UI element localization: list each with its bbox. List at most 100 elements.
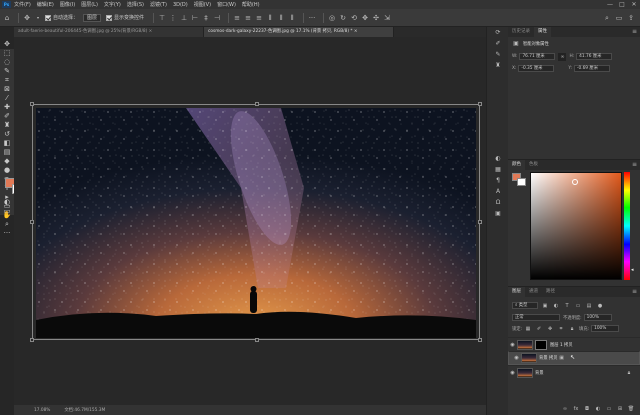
panel-menu-icon[interactable]: ≡ xyxy=(632,161,637,168)
menu-view[interactable]: 视图(V) xyxy=(194,1,211,8)
lasso-tool-icon[interactable]: ◌ xyxy=(0,58,14,67)
align-hcenter-icon[interactable]: ‡ xyxy=(202,14,210,22)
3d-scale-icon[interactable]: ⇲ xyxy=(383,14,391,22)
tab-layers[interactable]: 图层 xyxy=(508,287,525,297)
menu-file[interactable]: 文件(F) xyxy=(14,1,31,8)
tab-channels[interactable]: 通道 xyxy=(525,287,542,297)
opacity-field[interactable]: 100% xyxy=(583,314,612,321)
tab-paths[interactable]: 路径 xyxy=(542,287,559,297)
maximize-button[interactable]: □ xyxy=(616,0,628,9)
saturation-brightness-field[interactable] xyxy=(530,172,622,280)
brush-tool-icon[interactable]: ✐ xyxy=(0,112,14,121)
layer-row[interactable]: ◉ 图层 1 拷贝 xyxy=(508,337,640,351)
tab-adult-faerie[interactable]: adult-faerie-beautiful-206445-色调图.jpg @ … xyxy=(14,27,204,37)
panel-menu-icon[interactable]: ≡ xyxy=(632,288,637,295)
more-options-icon[interactable]: ··· xyxy=(308,14,316,22)
character-icon[interactable]: A xyxy=(487,186,509,197)
transform-handle-left[interactable] xyxy=(30,220,34,224)
quick-select-tool-icon[interactable]: ✎ xyxy=(0,67,14,76)
new-group-icon[interactable]: ▭ xyxy=(605,405,613,413)
workspace-icon[interactable]: ▭ xyxy=(615,14,623,22)
color-picker-cursor[interactable] xyxy=(572,179,578,185)
filter-type-icon[interactable]: T xyxy=(563,302,571,310)
layer-row[interactable]: ◉ 背景 拷贝 ▣ ↖ xyxy=(508,351,640,365)
history-icon[interactable]: ⟳ xyxy=(487,27,509,38)
transform-handle-right[interactable] xyxy=(478,220,482,224)
new-layer-icon[interactable]: ⊞ xyxy=(616,405,624,413)
marquee-tool-icon[interactable]: ⬚ xyxy=(0,49,14,58)
history-brush-icon[interactable]: ↺ xyxy=(0,130,14,139)
menu-help[interactable]: 帮助(H) xyxy=(242,1,260,8)
hue-slider-marker-icon[interactable]: ◂ xyxy=(631,267,634,273)
filter-shape-icon[interactable]: ▭ xyxy=(574,302,582,310)
tab-history[interactable]: 历史记录 xyxy=(508,27,534,37)
home-icon[interactable]: ⌂ xyxy=(3,14,11,22)
show-transform-option[interactable]: 显示变换控件 xyxy=(106,14,144,21)
eyedropper-tool-icon[interactable]: ⁄ xyxy=(0,94,14,103)
layer-filter-dropdown[interactable]: ⌕ 类型 xyxy=(512,302,538,309)
more-tools-icon[interactable]: ··· xyxy=(0,229,14,238)
menu-window[interactable]: 窗口(W) xyxy=(217,1,236,8)
chevron-down-icon[interactable]: ▾ xyxy=(34,14,42,22)
tab-swatches[interactable]: 色板 xyxy=(525,160,542,170)
transform-handle-bottom-left[interactable] xyxy=(30,338,34,342)
lock-brush-icon[interactable]: ✐ xyxy=(535,325,543,333)
panel-menu-icon[interactable]: ≡ xyxy=(632,28,637,35)
transform-handle-top-left[interactable] xyxy=(30,102,34,106)
stamp-tool-icon[interactable]: ♜ xyxy=(0,121,14,130)
adjustments-icon[interactable]: ◐ xyxy=(487,153,509,164)
x-field[interactable]: -0.35 厘米 xyxy=(518,65,555,72)
zoom-level[interactable]: 17.08% xyxy=(34,408,50,413)
healing-brush-icon[interactable]: ✚ xyxy=(0,103,14,112)
menu-image[interactable]: 图像(I) xyxy=(60,1,75,8)
lock-pixels-icon[interactable]: ▦ xyxy=(524,325,532,333)
eraser-tool-icon[interactable]: ◧ xyxy=(0,139,14,148)
tab-cosmos-dark-galaxy[interactable]: cosmos-dark-galaxy-22237-色调图.jpg @ 17.1%… xyxy=(204,27,394,37)
menu-3d[interactable]: 3D(D) xyxy=(173,2,188,8)
link-icon[interactable]: ∞ xyxy=(558,52,567,61)
menu-type[interactable]: 文字(Y) xyxy=(104,1,121,8)
close-button[interactable]: ✕ xyxy=(628,0,640,9)
adjustment-layer-icon[interactable]: ◐ xyxy=(594,405,602,413)
minimize-button[interactable]: — xyxy=(604,0,616,9)
search-icon[interactable]: ⌕ xyxy=(603,14,611,22)
distribute-bottom-icon[interactable]: ≡ xyxy=(255,14,263,22)
3d-rotate-icon[interactable]: ↻ xyxy=(339,14,347,22)
filter-adjust-icon[interactable]: ◐ xyxy=(552,302,560,310)
filter-pixel-icon[interactable]: ▣ xyxy=(541,302,549,310)
distribute-hcenter-icon[interactable]: ⦀ xyxy=(277,14,285,22)
transform-handle-top-right[interactable] xyxy=(478,102,482,106)
menu-filter[interactable]: 滤镜(T) xyxy=(150,1,167,8)
share-icon[interactable]: ⇪ xyxy=(627,14,635,22)
auto-select-checkbox[interactable] xyxy=(45,14,51,21)
gradient-tool-icon[interactable]: ▤ xyxy=(0,148,14,157)
screen-mode-icon[interactable]: ▭ xyxy=(0,207,14,216)
3d-pan-icon[interactable]: ✥ xyxy=(361,14,369,22)
distribute-top-icon[interactable]: ≡ xyxy=(233,14,241,22)
visibility-eye-icon[interactable]: ◉ xyxy=(512,355,521,362)
distribute-vcenter-icon[interactable]: ≡ xyxy=(244,14,252,22)
auto-select-dropdown[interactable]: 图层 xyxy=(83,13,102,22)
brush-settings-icon[interactable]: ✐ xyxy=(487,38,509,49)
width-field[interactable]: 76.71 厘米 xyxy=(519,53,556,60)
y-field[interactable]: -0.69 厘米 xyxy=(573,65,610,72)
add-mask-icon[interactable]: ◘ xyxy=(583,405,591,413)
fill-field[interactable]: 100% xyxy=(591,325,620,332)
distribute-right-icon[interactable]: ⦀ xyxy=(288,14,296,22)
3d-roll-icon[interactable]: ⟲ xyxy=(350,14,358,22)
hue-slider[interactable] xyxy=(624,172,630,280)
zoom-tool-icon[interactable]: ⌕ xyxy=(0,220,14,229)
glyphs-icon[interactable]: Ω xyxy=(487,197,509,208)
blend-mode-dropdown[interactable]: 正常 xyxy=(512,314,560,321)
lock-all-icon[interactable]: 🔒︎ xyxy=(568,325,576,333)
delete-layer-icon[interactable]: 🗑︎ xyxy=(627,405,635,413)
clone-source-icon[interactable]: ♜ xyxy=(487,60,509,71)
panel-background-swatch[interactable] xyxy=(517,178,526,186)
visibility-eye-icon[interactable]: ◉ xyxy=(508,342,517,348)
lock-position-icon[interactable]: ✥ xyxy=(546,325,554,333)
move-tool-icon[interactable]: ✥ xyxy=(0,40,14,49)
filter-toggle-icon[interactable]: ● xyxy=(596,302,604,310)
transform-handle-bottom[interactable] xyxy=(255,338,259,342)
frame-tool-icon[interactable]: ⊠ xyxy=(0,85,14,94)
link-layers-icon[interactable]: ∞ xyxy=(561,405,569,413)
